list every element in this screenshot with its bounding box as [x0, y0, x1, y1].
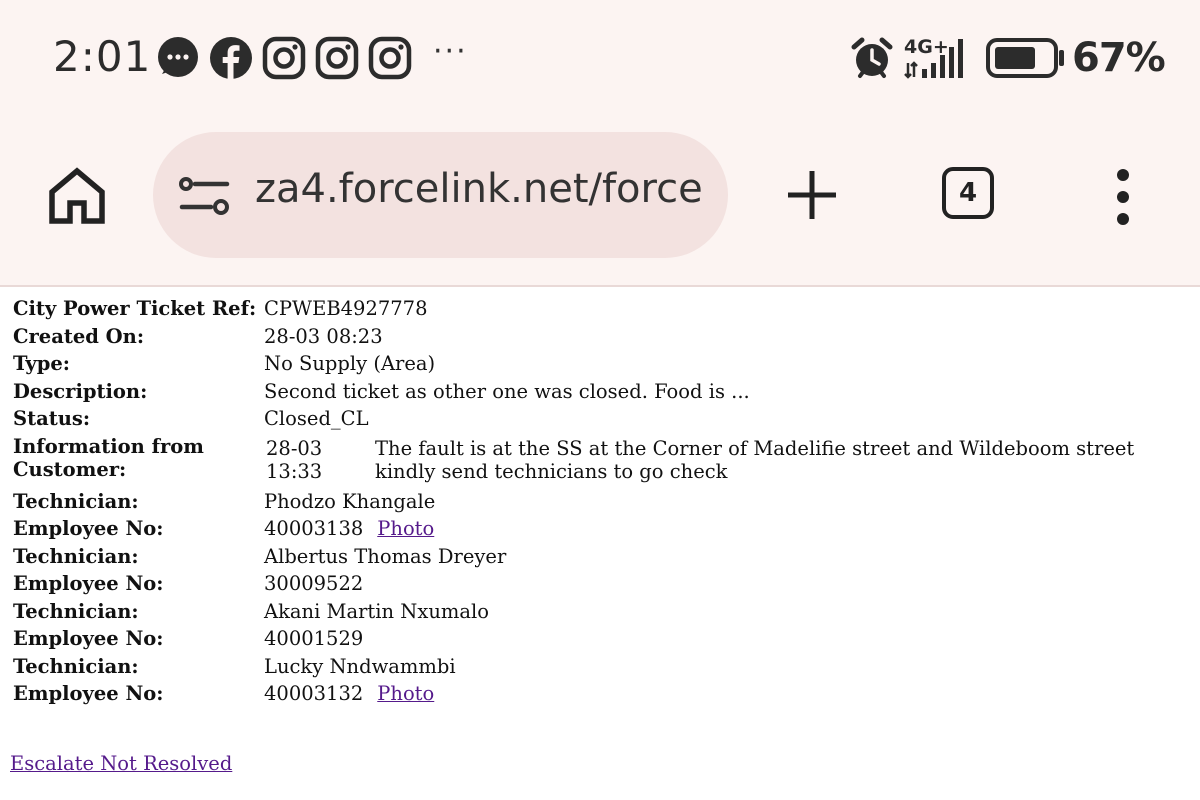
info-cell: 28-03 13:33 The fault is at the SS at th…: [262, 433, 1200, 488]
page-content: City Power Ticket Ref: CPWEB4927778 Crea…: [0, 287, 1200, 800]
browser-toolbar: za4.forcelink.net/forcelink 4: [0, 125, 1200, 265]
info-label: Information from Customer:: [13, 434, 204, 482]
technician-name: Lucky Nndwammbi: [264, 654, 456, 678]
escalate-not-resolved-link[interactable]: Escalate Not Resolved: [10, 752, 232, 775]
technician-name: Albertus Thomas Dreyer: [264, 544, 507, 568]
photo-link[interactable]: Photo: [377, 517, 434, 540]
message-bubble-icon: [156, 36, 200, 80]
table-row: Information from Customer: 28-03 13:33 T…: [11, 433, 1200, 488]
table-row: Employee No: 40001529: [11, 625, 1200, 653]
instagram-icon: [315, 36, 359, 80]
signal-4g-icon: 4G+: [904, 36, 963, 79]
alarm-icon: [851, 37, 893, 78]
address-bar[interactable]: za4.forcelink.net/forcelink: [153, 132, 728, 258]
employee-no-label: Employee No:: [13, 517, 164, 540]
table-row: Technician: Lucky Nndwammbi: [11, 653, 1200, 681]
technician-name: Phodzo Khangale: [264, 489, 436, 513]
employee-no-cell: 40003138 Photo: [262, 515, 1200, 543]
status-time: 2:01: [53, 32, 152, 81]
table-row: Employee No: 30009522: [11, 570, 1200, 598]
employee-no: 30009522: [264, 572, 364, 595]
description-value: Second ticket as other one was closed. F…: [264, 379, 750, 403]
ticket-ref-label: City Power Ticket Ref:: [13, 297, 257, 320]
network-type: 4G+: [904, 36, 949, 58]
technician-label: Technician:: [13, 654, 139, 678]
table-row: Technician: Phodzo Khangale: [11, 488, 1200, 516]
description-label: Description:: [13, 379, 148, 403]
overflow-menu-icon[interactable]: [1110, 167, 1136, 227]
browser-chrome: 2:01 ··· 4G+ 67% za4.forcelink.net/force…: [0, 0, 1200, 285]
more-notifications-icon: ···: [433, 33, 468, 69]
created-value: 28-03 08:23: [264, 324, 383, 348]
employee-no: 40001529: [264, 627, 364, 650]
table-row: Status: Closed_CL: [11, 405, 1200, 433]
status-label: Status:: [13, 407, 91, 430]
site-settings-icon[interactable]: [179, 175, 231, 217]
system-status: 4G+ 67%: [850, 30, 1166, 86]
employee-no: 40003138: [264, 517, 364, 540]
info-table: 28-03 13:33 The fault is at the SS at th…: [264, 435, 1198, 486]
employee-no-cell: 40003132 Photo: [262, 680, 1200, 708]
table-row: Technician: Akani Martin Nxumalo: [11, 598, 1200, 626]
table-row: Technician: Albertus Thomas Dreyer: [11, 543, 1200, 571]
info-date: 28-03 13:33: [266, 436, 323, 484]
battery-icon: [986, 38, 1064, 78]
url-text[interactable]: za4.forcelink.net/forcelink: [255, 166, 705, 212]
employee-no-cell: 40001529: [262, 625, 1200, 653]
employee-no-label: Employee No:: [13, 627, 164, 650]
battery-percent: 67%: [1072, 35, 1166, 81]
table-row: City Power Ticket Ref: CPWEB4927778: [11, 295, 1200, 323]
ticket-details-table: City Power Ticket Ref: CPWEB4927778 Crea…: [11, 295, 1200, 708]
photo-link[interactable]: Photo: [377, 682, 434, 705]
status-value: Closed_CL: [264, 407, 369, 430]
instagram-icon: [262, 36, 306, 80]
technician-name: Akani Martin Nxumalo: [264, 599, 489, 623]
tab-switcher-button[interactable]: 4: [942, 167, 994, 219]
employee-no: 40003132: [264, 682, 364, 705]
table-row: Employee No: 40003138 Photo: [11, 515, 1200, 543]
home-icon[interactable]: [46, 165, 108, 227]
info-text: The fault is at the SS at the Corner of …: [375, 436, 1135, 484]
type-label: Type:: [13, 352, 70, 375]
table-row: Created On: 28-03 08:23: [11, 323, 1200, 351]
notification-icons: ···: [156, 33, 468, 80]
table-row: Description: Second ticket as other one …: [11, 378, 1200, 406]
facebook-icon: [209, 36, 253, 80]
table-row: Employee No: 40003132 Photo: [11, 680, 1200, 708]
employee-no-label: Employee No:: [13, 682, 164, 705]
created-label: Created On:: [13, 324, 145, 348]
instagram-icon: [368, 36, 412, 80]
table-row: Type: No Supply (Area): [11, 350, 1200, 378]
employee-no-label: Employee No:: [13, 572, 164, 595]
employee-no-cell: 30009522: [262, 570, 1200, 598]
technician-label: Technician:: [13, 599, 139, 623]
status-bar: 2:01 ··· 4G+ 67%: [0, 0, 1200, 120]
ticket-ref-value: CPWEB4927778: [264, 297, 428, 320]
type-value: No Supply (Area): [264, 352, 436, 375]
technician-label: Technician:: [13, 544, 139, 568]
new-tab-icon[interactable]: [786, 169, 838, 221]
technician-label: Technician:: [13, 489, 139, 513]
